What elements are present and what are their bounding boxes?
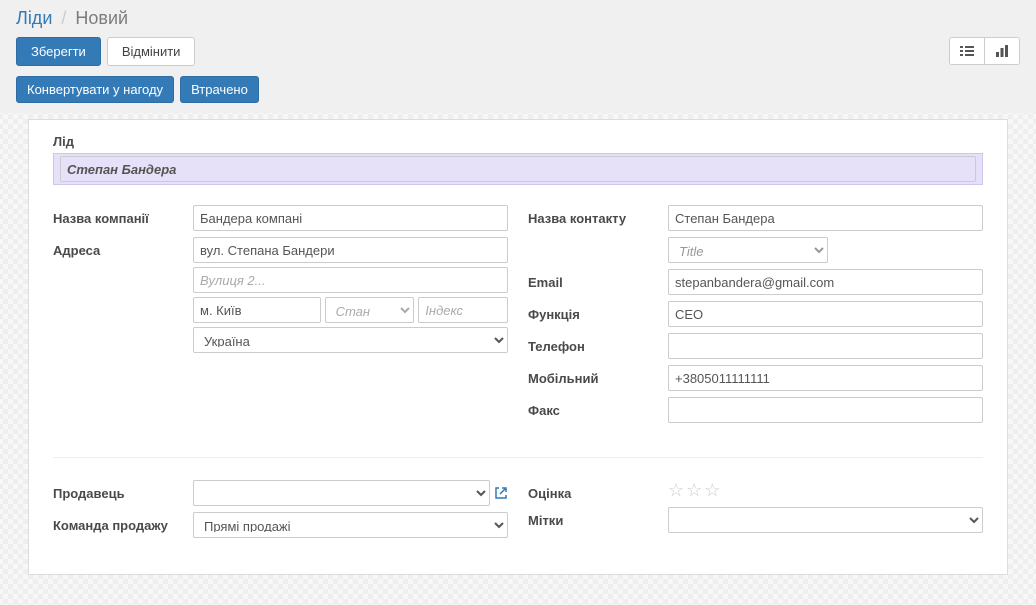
fax-label: Факс — [528, 397, 668, 418]
phone-label: Телефон — [528, 333, 668, 354]
rating-label: Оцінка — [528, 480, 668, 501]
address-label: Адреса — [53, 237, 193, 258]
email-input[interactable] — [668, 269, 983, 295]
fax-input[interactable] — [668, 397, 983, 423]
city-input[interactable] — [193, 297, 321, 323]
function-label: Функція — [528, 301, 668, 322]
convert-button[interactable]: Конвертувати у нагоду — [16, 76, 174, 103]
mobile-label: Мобільний — [528, 365, 668, 386]
company-input[interactable] — [193, 205, 508, 231]
breadcrumb-current: Новий — [75, 8, 128, 28]
external-link-icon[interactable] — [494, 486, 508, 500]
team-label: Команда продажу — [53, 512, 193, 533]
title-select[interactable]: Title — [668, 237, 828, 263]
street2-input[interactable] — [193, 267, 508, 293]
seller-label: Продавець — [53, 480, 193, 501]
seller-select[interactable] — [193, 480, 490, 506]
lead-label: Лід — [53, 134, 983, 149]
title-spacer — [528, 237, 668, 243]
bar-chart-icon — [995, 44, 1009, 58]
email-label: Email — [528, 269, 668, 290]
breadcrumb-parent[interactable]: Ліди — [16, 8, 52, 28]
contact-input[interactable] — [668, 205, 983, 231]
form-sheet: Лід Назва компанії Адреса — [28, 119, 1008, 575]
save-button[interactable]: Зберегти — [16, 37, 101, 66]
country-select[interactable]: Україна — [193, 327, 508, 353]
breadcrumb-sep: / — [61, 8, 66, 28]
contact-label: Назва контакту — [528, 205, 668, 226]
star-icon[interactable]: ☆ — [704, 480, 720, 501]
view-switcher — [949, 37, 1020, 65]
function-input[interactable] — [668, 301, 983, 327]
company-label: Назва компанії — [53, 205, 193, 226]
lead-name-input[interactable] — [60, 156, 976, 182]
rating-stars[interactable]: ☆ ☆ ☆ — [668, 480, 983, 501]
tags-label: Мітки — [528, 507, 668, 528]
tags-select[interactable] — [668, 507, 983, 533]
phone-input[interactable] — [668, 333, 983, 359]
chart-view-button[interactable] — [985, 38, 1019, 64]
list-view-button[interactable] — [950, 38, 985, 64]
breadcrumb: Ліди / Новий — [16, 8, 1020, 29]
discard-button[interactable]: Відмінити — [107, 37, 196, 66]
star-icon[interactable]: ☆ — [686, 480, 702, 501]
state-select[interactable]: Стан — [325, 297, 415, 323]
mobile-input[interactable] — [668, 365, 983, 391]
street1-input[interactable] — [193, 237, 508, 263]
list-icon — [960, 44, 974, 58]
zip-input[interactable] — [418, 297, 508, 323]
star-icon[interactable]: ☆ — [668, 480, 684, 501]
lost-button[interactable]: Втрачено — [180, 76, 259, 103]
team-select[interactable]: Прямі продажі — [193, 512, 508, 538]
section-separator — [53, 457, 983, 458]
